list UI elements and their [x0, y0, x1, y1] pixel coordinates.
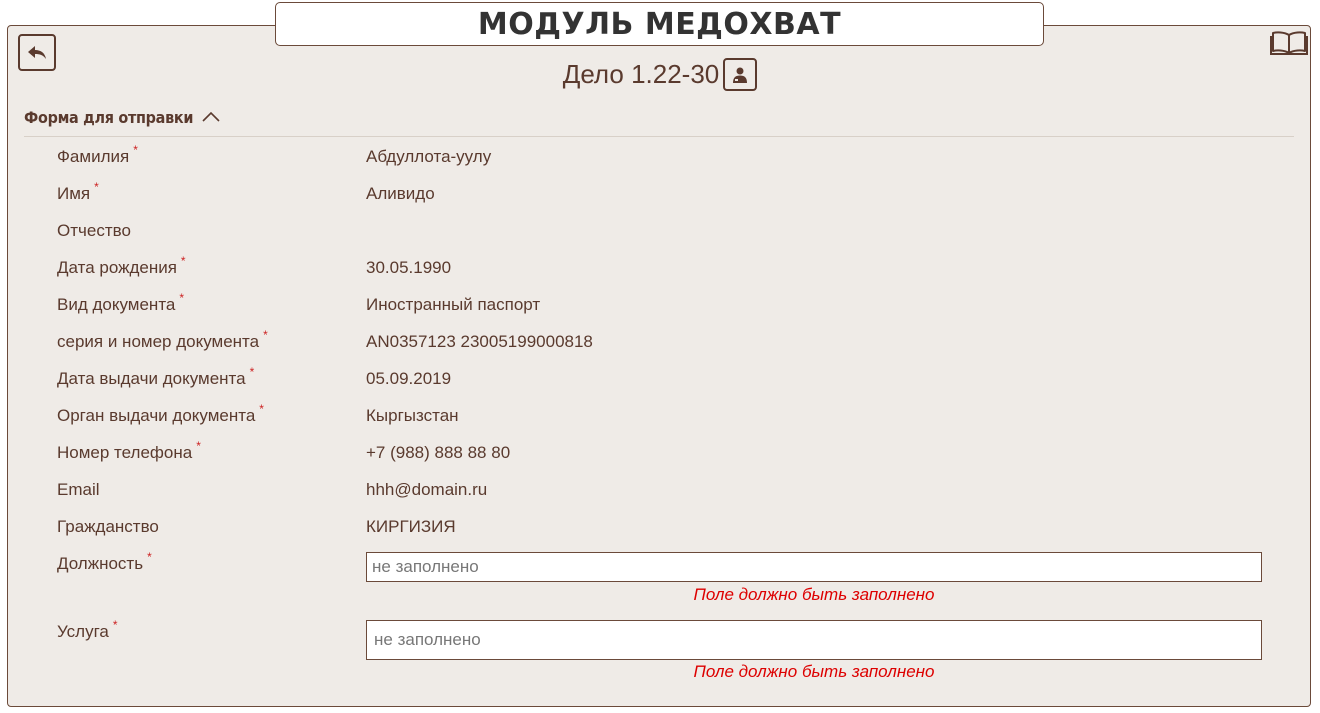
- required-marker: *: [112, 618, 118, 632]
- field-label-surname: Фамилия *: [57, 143, 138, 166]
- required-marker: *: [180, 254, 186, 268]
- chevron-up-icon: [201, 108, 221, 127]
- field-label-birthdate: Дата рождения *: [57, 254, 186, 277]
- required-marker: *: [94, 180, 99, 194]
- field-label-service: Услуга *: [57, 618, 118, 641]
- person-icon: [733, 67, 748, 83]
- section-title: Форма для отправки: [24, 108, 194, 127]
- required-marker: *: [249, 365, 255, 379]
- required-marker: *: [133, 143, 138, 157]
- service-input[interactable]: [366, 620, 1262, 660]
- field-value-issue-date: 05.09.2019: [366, 369, 452, 388]
- required-marker: *: [196, 439, 201, 453]
- field-label-position: Должность *: [57, 550, 152, 573]
- field-value-name: Аливидо: [366, 184, 435, 203]
- field-value-phone: +7 (988) 888 88 80: [366, 443, 511, 462]
- field-label-doc-number: серия и номер документа *: [57, 328, 268, 351]
- service-error: Поле должно быть заполнено: [693, 662, 935, 681]
- required-marker: *: [147, 550, 152, 564]
- section-divider: [24, 136, 1294, 137]
- section-toggle[interactable]: Форма для отправки: [24, 108, 221, 127]
- field-label-name: Имя *: [57, 180, 99, 203]
- case-title: Дело 1.22-30: [562, 59, 720, 89]
- field-value-email: hhh@domain.ru: [366, 480, 488, 499]
- field-label-phone: Номер телефона *: [57, 439, 201, 462]
- required-marker: *: [263, 328, 268, 342]
- position-error: Поле должно быть заполнено: [693, 585, 935, 604]
- required-marker: *: [259, 402, 264, 416]
- field-label-patronymic: Отчество: [57, 221, 131, 240]
- app-title-box: МОДУЛЬ МЕДОХВАТ: [275, 2, 1044, 46]
- field-label-issue-date: Дата выдачи документа *: [57, 365, 255, 388]
- field-value-citizenship: КИРГИЗИЯ: [366, 517, 456, 536]
- field-value-surname: Абдуллота-уулу: [366, 147, 492, 166]
- field-label-doc-type: Вид документа *: [57, 291, 185, 314]
- field-label-citizenship: Гражданство: [57, 517, 159, 536]
- app-title: МОДУЛЬ МЕДОХВАТ: [477, 6, 842, 42]
- field-value-birthdate: 30.05.1990: [366, 258, 452, 277]
- position-input[interactable]: [366, 552, 1262, 582]
- field-value-doc-number: AN0357123 23005199000818: [366, 332, 593, 351]
- field-label-email: Email: [57, 480, 100, 499]
- field-label-issuer: Орган выдачи документа *: [57, 402, 264, 425]
- book-icon[interactable]: [1270, 30, 1308, 56]
- case-title-row: Дело 1.22-30: [0, 58, 1320, 91]
- person-card-button[interactable]: [723, 58, 758, 91]
- required-marker: *: [179, 291, 185, 305]
- field-value-doc-type: Иностранный паспорт: [366, 295, 541, 314]
- field-value-issuer: Кыргызстан: [366, 406, 459, 425]
